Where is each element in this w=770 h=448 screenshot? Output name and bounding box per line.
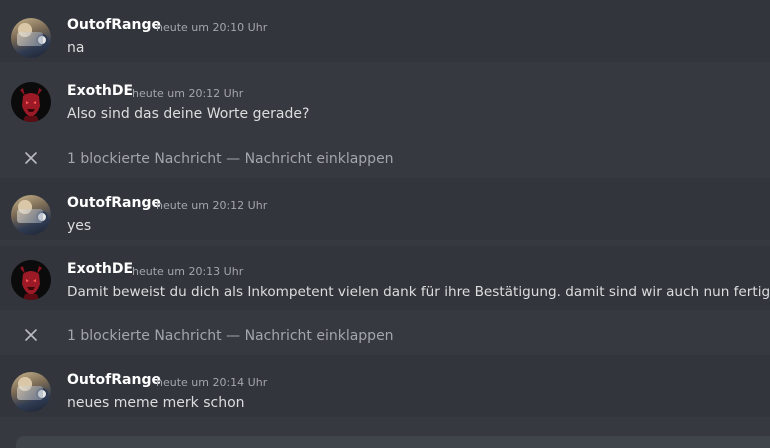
message-text: neues meme merk schon	[67, 395, 245, 411]
demon-icon	[20, 88, 42, 122]
avatar[interactable]	[11, 260, 51, 300]
avatar-badge-icon	[36, 34, 48, 46]
message-row: OutofRange heute um 20:14 Uhr neues meme…	[0, 355, 770, 417]
close-icon[interactable]	[24, 328, 38, 342]
separator: —	[221, 328, 245, 344]
blocked-count-text: 1 blockierte Nachricht	[67, 328, 222, 344]
blocked-label: 1 blockierte Nachricht — Nachricht einkl…	[67, 151, 394, 167]
timestamp: heute um 20:12 Uhr	[132, 87, 244, 100]
avatar[interactable]	[11, 195, 51, 235]
blocked-message-notice: 1 blockierte Nachricht — Nachricht einkl…	[0, 145, 770, 173]
message-row: OutofRange heute um 20:10 Uhr na	[0, 0, 770, 62]
separator: —	[221, 151, 245, 167]
message-text: Also sind das deine Worte gerade?	[67, 106, 310, 122]
collapse-link[interactable]: Nachricht einklappen	[245, 328, 394, 344]
avatar[interactable]	[11, 18, 51, 58]
username[interactable]: OutofRange	[67, 17, 161, 33]
timestamp: heute um 20:13 Uhr	[132, 265, 244, 278]
message-row: ExothDE heute um 20:12 Uhr Also sind das…	[0, 68, 770, 130]
message-row: OutofRange heute um 20:12 Uhr yes	[0, 178, 770, 240]
message-row: ExothDE heute um 20:13 Uhr Damit beweist…	[0, 246, 770, 310]
message-text: na	[67, 40, 85, 56]
message-text: Damit beweist du dich als Inkompetent vi…	[67, 284, 770, 300]
blocked-count-text: 1 blockierte Nachricht	[67, 151, 222, 167]
demon-icon	[20, 266, 42, 300]
blocked-label: 1 blockierte Nachricht — Nachricht einkl…	[67, 328, 394, 344]
avatar-badge-icon	[36, 388, 48, 400]
timestamp: heute um 20:12 Uhr	[156, 199, 268, 212]
username[interactable]: OutofRange	[67, 372, 161, 388]
username[interactable]: ExothDE	[67, 83, 133, 99]
blocked-message-notice: 1 blockierte Nachricht — Nachricht einkl…	[0, 322, 770, 350]
message-input[interactable]	[16, 436, 770, 448]
close-icon[interactable]	[24, 151, 38, 165]
username[interactable]: OutofRange	[67, 195, 161, 211]
message-text: yes	[67, 218, 92, 234]
timestamp: heute um 20:10 Uhr	[156, 21, 268, 34]
collapse-link[interactable]: Nachricht einklappen	[245, 151, 394, 167]
avatar[interactable]	[11, 372, 51, 412]
avatar[interactable]	[11, 82, 51, 122]
username[interactable]: ExothDE	[67, 261, 133, 277]
avatar-badge-icon	[36, 211, 48, 223]
timestamp: heute um 20:14 Uhr	[156, 376, 268, 389]
